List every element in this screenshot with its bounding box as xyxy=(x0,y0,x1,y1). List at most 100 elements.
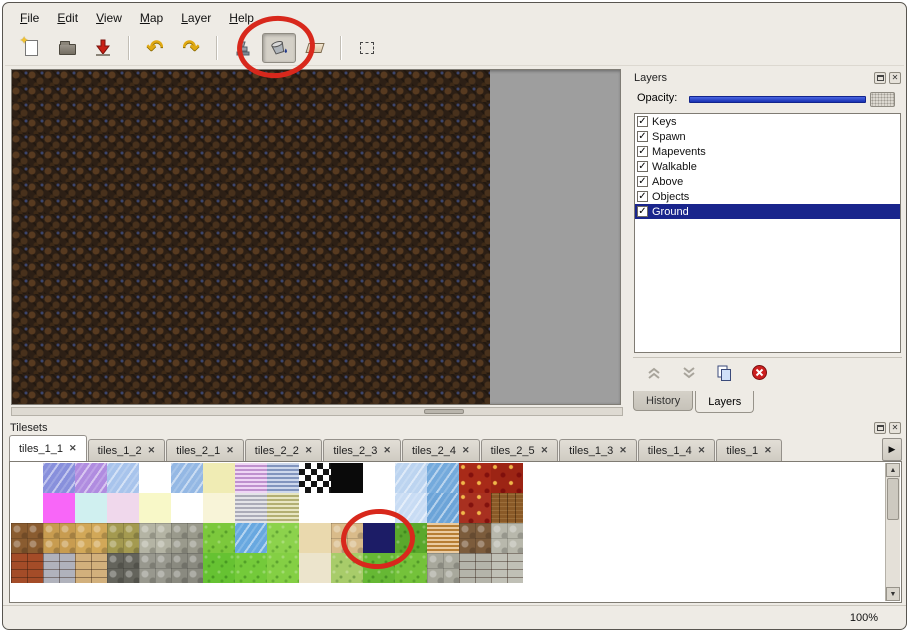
tile-3-12[interactable] xyxy=(395,553,427,583)
menu-help[interactable]: Help xyxy=(220,8,263,28)
tile-2-13[interactable] xyxy=(427,523,459,553)
map-viewport[interactable] xyxy=(11,69,621,405)
close-panel-icon[interactable]: ✕ xyxy=(889,422,901,434)
tile-2-6[interactable] xyxy=(203,523,235,553)
tile-0-2[interactable] xyxy=(75,463,107,493)
tile-3-2[interactable] xyxy=(75,553,107,583)
layer-visible-checkbox[interactable]: ✓ xyxy=(637,116,648,127)
tile-3-14[interactable] xyxy=(459,553,491,583)
scroll-down-button[interactable]: ▼ xyxy=(886,587,900,601)
layer-visible-checkbox[interactable]: ✓ xyxy=(637,176,648,187)
tile-3-11[interactable] xyxy=(363,553,395,583)
map-horizontal-scrollbar[interactable] xyxy=(11,407,623,416)
tile-0-13[interactable] xyxy=(427,463,459,493)
stamp-tool-button[interactable] xyxy=(226,33,260,63)
layer-row-objects[interactable]: ✓Objects xyxy=(635,189,900,204)
tile-0-1[interactable] xyxy=(43,463,75,493)
tile-1-14[interactable] xyxy=(459,493,491,523)
tile-3-3[interactable] xyxy=(107,553,139,583)
close-tab-icon[interactable]: ✕ xyxy=(226,445,234,456)
tile-1-6[interactable] xyxy=(203,493,235,523)
tile-1-2[interactable] xyxy=(75,493,107,523)
menu-edit[interactable]: Edit xyxy=(48,8,87,28)
menu-layer[interactable]: Layer xyxy=(172,8,220,28)
opacity-slider-track[interactable] xyxy=(689,96,866,103)
tile-3-4[interactable] xyxy=(139,553,171,583)
layer-visible-checkbox[interactable]: ✓ xyxy=(637,191,648,202)
tile-2-7[interactable] xyxy=(235,523,267,553)
tabs-scroll-right-button[interactable]: ▶ xyxy=(882,438,902,461)
delete-layer-button[interactable] xyxy=(746,361,772,385)
close-tab-icon[interactable]: ✕ xyxy=(305,445,313,456)
save-button[interactable] xyxy=(86,33,120,63)
tile-2-15[interactable] xyxy=(491,523,523,553)
tile-3-15[interactable] xyxy=(491,553,523,583)
layer-visible-checkbox[interactable]: ✓ xyxy=(637,206,648,217)
layer-visible-checkbox[interactable]: ✓ xyxy=(637,131,648,142)
menu-file[interactable]: File xyxy=(11,8,48,28)
layer-visible-checkbox[interactable]: ✓ xyxy=(637,161,648,172)
tile-0-5[interactable] xyxy=(171,463,203,493)
tileset-tab-tiles_1_1[interactable]: tiles_1_1✕ xyxy=(9,435,87,461)
duplicate-layer-button[interactable] xyxy=(711,361,737,385)
tile-0-3[interactable] xyxy=(107,463,139,493)
tab-history[interactable]: History xyxy=(633,391,693,411)
close-tab-icon[interactable]: ✕ xyxy=(698,445,706,456)
close-panel-icon[interactable]: ✕ xyxy=(889,72,901,84)
tile-3-6[interactable] xyxy=(203,553,235,583)
detach-panel-icon[interactable] xyxy=(874,72,886,84)
tile-1-9[interactable] xyxy=(299,493,331,523)
tile-2-0[interactable] xyxy=(11,523,43,553)
menu-view[interactable]: View xyxy=(87,8,131,28)
close-tab-icon[interactable]: ✕ xyxy=(541,445,549,456)
close-tab-icon[interactable]: ✕ xyxy=(462,445,470,456)
tile-1-15[interactable] xyxy=(491,493,523,523)
layer-row-mapevents[interactable]: ✓Mapevents xyxy=(635,144,900,159)
tile-3-1[interactable] xyxy=(43,553,75,583)
scrollbar-thumb[interactable] xyxy=(887,478,899,520)
layer-list[interactable]: ✓Keys✓Spawn✓Mapevents✓Walkable✓Above✓Obj… xyxy=(634,113,901,353)
tileset-vertical-scrollbar[interactable]: ▲ ▼ xyxy=(885,463,900,601)
tile-1-3[interactable] xyxy=(107,493,139,523)
undo-button[interactable]: ↶ xyxy=(138,33,172,63)
tile-1-7[interactable] xyxy=(235,493,267,523)
tile-2-14[interactable] xyxy=(459,523,491,553)
tile-1-5[interactable] xyxy=(171,493,203,523)
layer-row-keys[interactable]: ✓Keys xyxy=(635,114,900,129)
fill-tool-button[interactable] xyxy=(262,33,296,63)
layer-visible-checkbox[interactable]: ✓ xyxy=(637,146,648,157)
tile-0-10[interactable] xyxy=(331,463,363,493)
tileset-tab-tiles_2_2[interactable]: tiles_2_2✕ xyxy=(245,439,323,461)
tile-0-4[interactable] xyxy=(139,463,171,493)
tile-0-7[interactable] xyxy=(235,463,267,493)
tile-1-12[interactable] xyxy=(395,493,427,523)
menu-map[interactable]: Map xyxy=(131,8,172,28)
scroll-up-button[interactable]: ▲ xyxy=(886,463,900,477)
tile-2-1[interactable] xyxy=(43,523,75,553)
scrollbar-thumb[interactable] xyxy=(424,409,464,414)
tile-2-3[interactable] xyxy=(107,523,139,553)
close-tab-icon[interactable]: ✕ xyxy=(764,445,772,456)
tileset-tab-tiles_1_4[interactable]: tiles_1_4✕ xyxy=(638,439,716,461)
tile-3-5[interactable] xyxy=(171,553,203,583)
tile-2-9[interactable] xyxy=(299,523,331,553)
tileset-tab-tiles_2_4[interactable]: tiles_2_4✕ xyxy=(402,439,480,461)
layer-row-ground[interactable]: ✓Ground xyxy=(635,204,900,219)
tile-1-8[interactable] xyxy=(267,493,299,523)
tile-2-2[interactable] xyxy=(75,523,107,553)
tileset-tab-tiles_2_3[interactable]: tiles_2_3✕ xyxy=(323,439,401,461)
tile-0-6[interactable] xyxy=(203,463,235,493)
tile-1-11[interactable] xyxy=(363,493,395,523)
close-tab-icon[interactable]: ✕ xyxy=(619,445,627,456)
tile-0-15[interactable] xyxy=(491,463,523,493)
rect-select-tool-button[interactable] xyxy=(350,33,384,63)
tile-2-10[interactable] xyxy=(331,523,363,553)
raise-layer-button[interactable] xyxy=(641,361,667,385)
tile-3-10[interactable] xyxy=(331,553,363,583)
close-tab-icon[interactable]: ✕ xyxy=(148,445,156,456)
tile-1-13[interactable] xyxy=(427,493,459,523)
tile-3-7[interactable] xyxy=(235,553,267,583)
eraser-tool-button[interactable] xyxy=(298,33,332,63)
tileset-tab-tiles_2_1[interactable]: tiles_2_1✕ xyxy=(166,439,244,461)
tile-1-10[interactable] xyxy=(331,493,363,523)
